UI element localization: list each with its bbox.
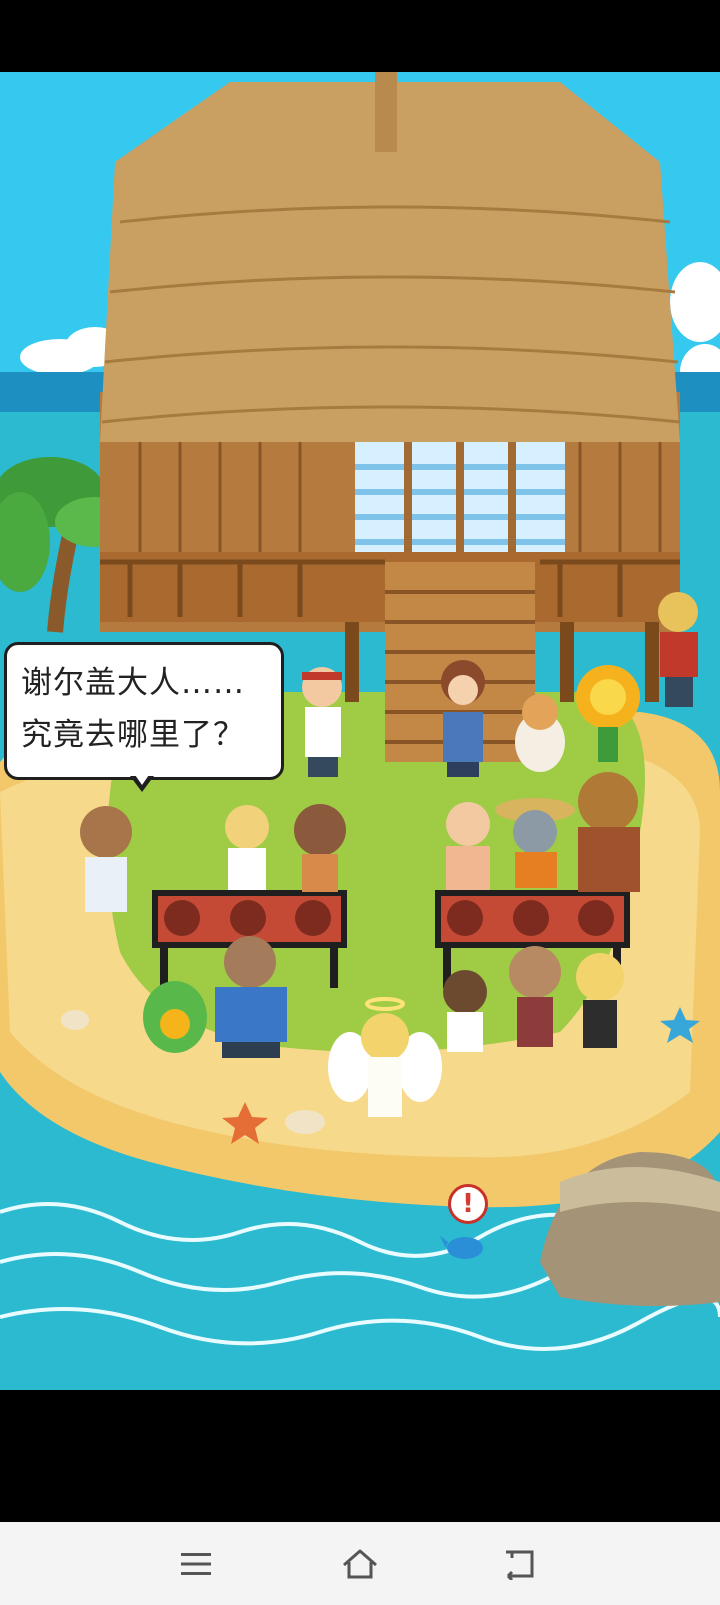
- dialog-line-1: 谢尔盖大人……: [21, 665, 245, 701]
- alert-symbol: !: [462, 1189, 474, 1219]
- character-frog[interactable]: [143, 981, 207, 1053]
- character-girl-with-baby[interactable]: [441, 660, 485, 777]
- dialog-bubble[interactable]: 谢尔盖大人…… 究竟去哪里了？: [4, 642, 284, 780]
- status-bar: [0, 0, 720, 72]
- back-button[interactable]: [488, 1532, 552, 1596]
- character-bald-man[interactable]: [446, 802, 490, 890]
- character-girl-left[interactable]: [80, 806, 132, 912]
- game-scene[interactable]: 谢尔盖大人…… 究竟去哪里了？ !: [0, 72, 720, 1390]
- home-icon: [343, 1549, 377, 1579]
- home-button[interactable]: [328, 1532, 392, 1596]
- menu-icon: [181, 1553, 211, 1575]
- seashell: [285, 1110, 325, 1134]
- letterbox-bottom: [0, 1390, 720, 1522]
- system-navigation-bar: [0, 1522, 720, 1605]
- alert-exclamation-icon[interactable]: !: [448, 1184, 488, 1224]
- dialog-tail-inner: [133, 772, 151, 785]
- dialog-line-2: 究竟去哪里了？: [21, 717, 245, 753]
- character-bear[interactable]: [578, 772, 640, 892]
- character-blonde-girl-red-horns[interactable]: [576, 953, 624, 1048]
- character-headband-man[interactable]: [302, 667, 342, 777]
- menu-button[interactable]: [164, 1532, 228, 1596]
- back-icon: [506, 1550, 534, 1580]
